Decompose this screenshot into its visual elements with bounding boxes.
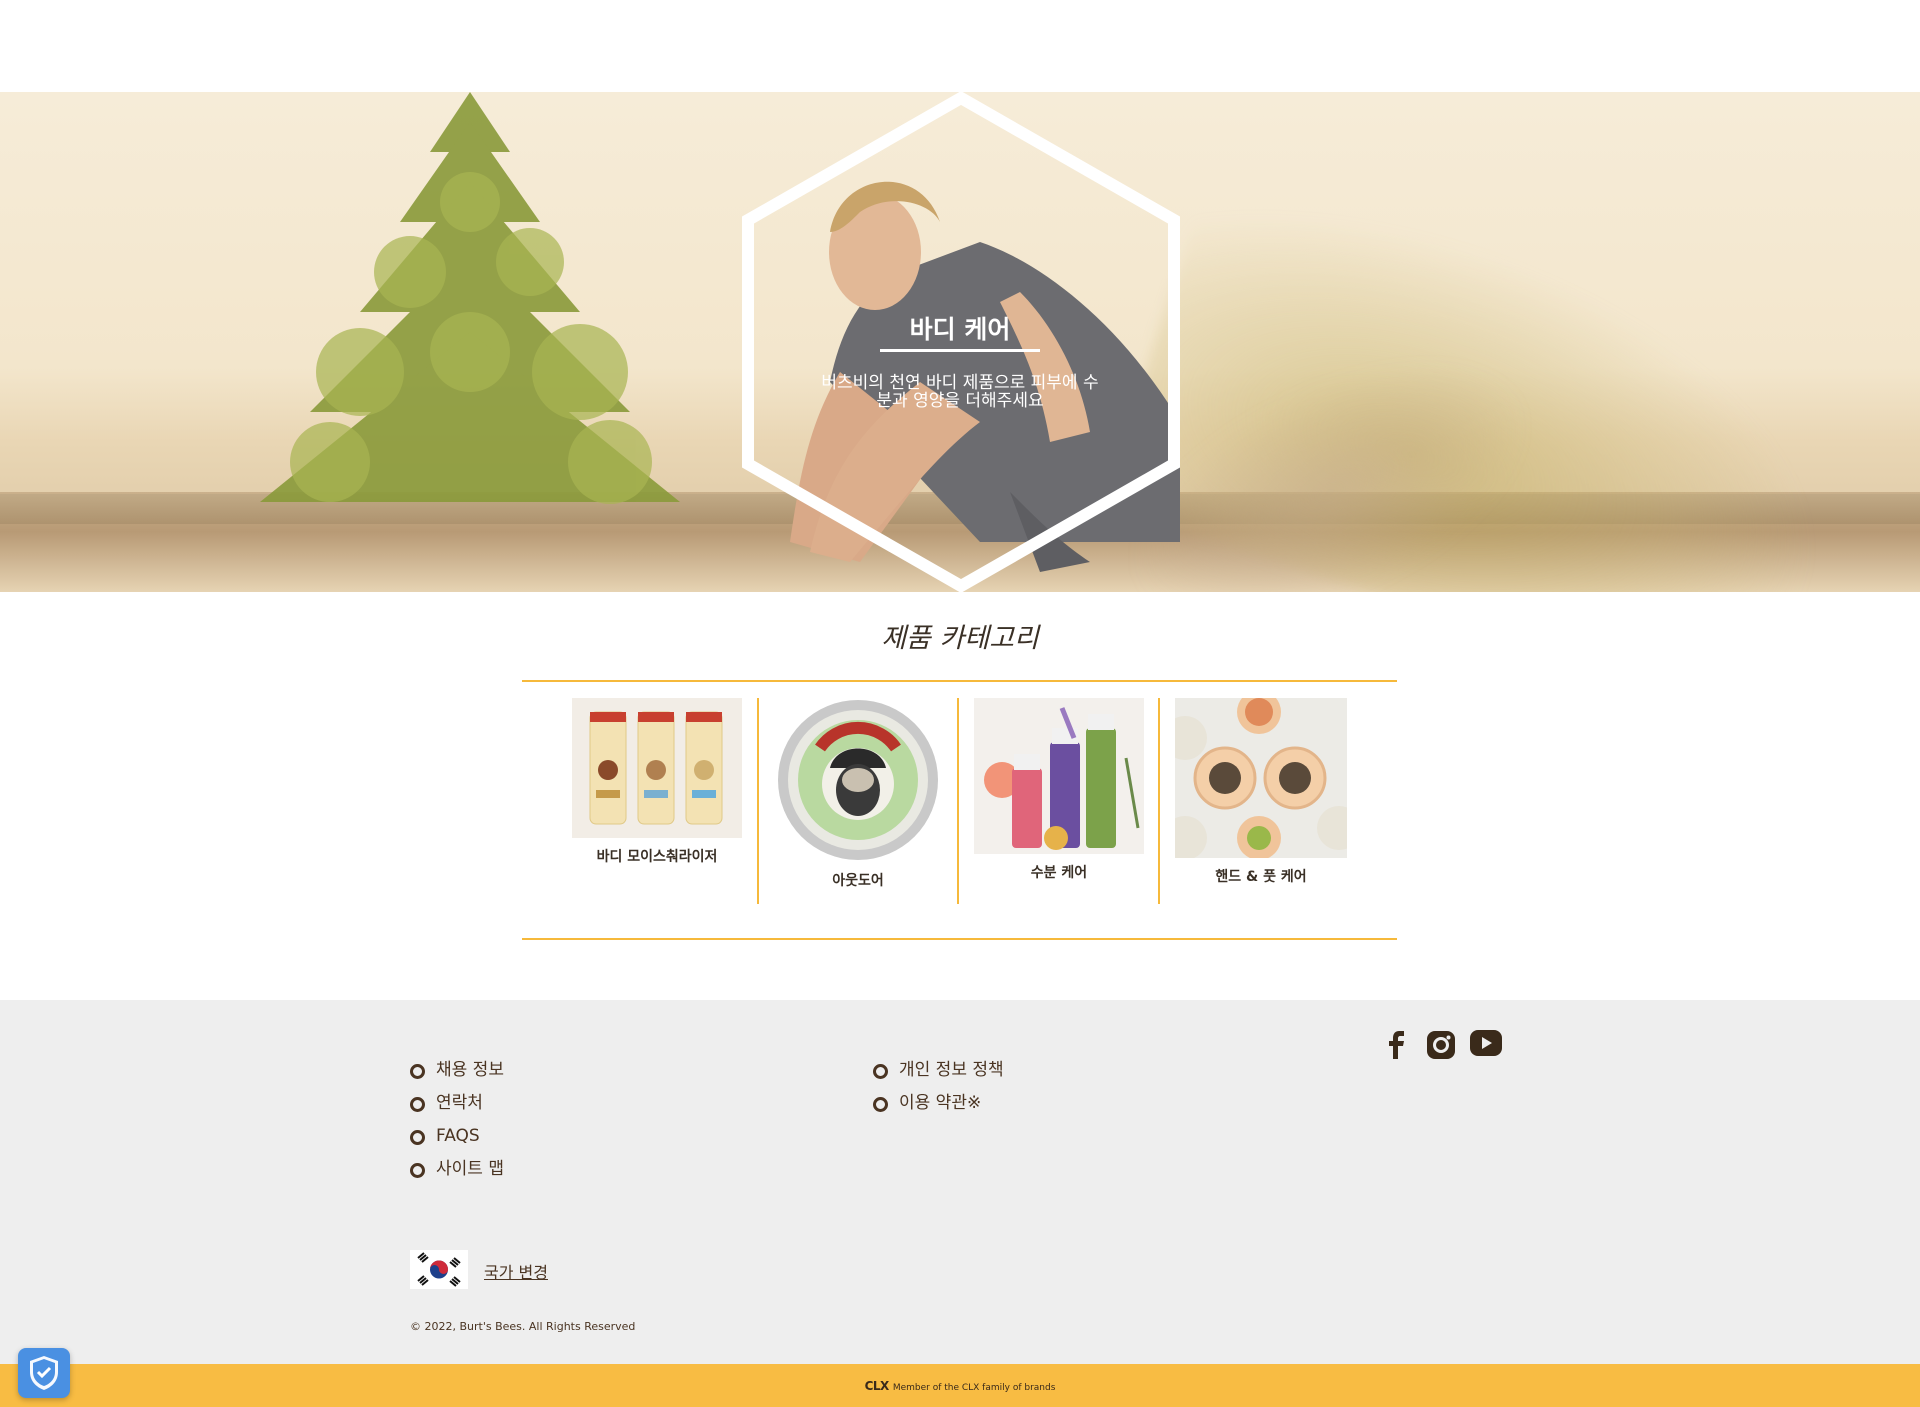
hero-underline <box>880 349 1040 352</box>
body-lotion-image <box>572 698 742 838</box>
category-card-moisture-care[interactable]: 수분 케어 <box>969 698 1149 882</box>
hero-title: 바디 케어 <box>909 315 1011 344</box>
category-label: 아웃도어 <box>832 873 884 889</box>
page: 바디 케어 버츠비의 천연 바디 제품으로 피부에 수분과 영양을 더해주세요 … <box>0 0 1920 1407</box>
footer-link-careers[interactable]: 채용 정보 <box>410 1060 504 1093</box>
category-bottom-rule <box>522 938 1397 940</box>
category-card-hand-foot-care[interactable]: 핸드 & 풋 케어 <box>1171 698 1351 886</box>
privacy-shield-icon[interactable] <box>18 1348 70 1398</box>
footer-links-right: 개인 정보 정책 이용 약관※ <box>873 1060 1004 1126</box>
category-label: 수분 케어 <box>1030 865 1088 881</box>
facebook-icon[interactable] <box>1386 1030 1408 1064</box>
instagram-icon[interactable] <box>1426 1030 1456 1064</box>
brand-family-bar: CLX Member of the CLX family of brands <box>0 1364 1920 1407</box>
category-card-body-moisturizer[interactable]: 바디 모이스춰라이저 <box>567 698 747 866</box>
copyright-text: © 2022, Burt's Bees. All Rights Reserved <box>410 1320 636 1333</box>
res-q-ointment-image <box>778 700 938 860</box>
category-label: 바디 모이스춰라이저 <box>596 849 718 865</box>
footer-link-privacy[interactable]: 개인 정보 정책 <box>873 1060 1004 1093</box>
clx-text: Member of the CLX family of brands <box>892 1383 1056 1393</box>
hand-salve-image <box>1175 698 1347 858</box>
footer-link-faqs[interactable]: FAQS <box>410 1126 504 1159</box>
footer-link-contact[interactable]: 연락처 <box>410 1093 504 1126</box>
youtube-icon[interactable] <box>1470 1030 1502 1060</box>
footer-links-left: 채용 정보 연락처 FAQS 사이트 맵 <box>410 1060 504 1192</box>
hero-banner: 바디 케어 버츠비의 천연 바디 제품으로 피부에 수분과 영양을 더해주세요 <box>0 92 1920 592</box>
category-separator <box>757 698 759 904</box>
footer <box>0 1000 1920 1364</box>
clx-logo: CLX <box>864 1379 890 1393</box>
footer-link-sitemap[interactable]: 사이트 맵 <box>410 1159 504 1192</box>
korea-flag-icon[interactable] <box>410 1250 468 1289</box>
hero-description: 버츠비의 천연 바디 제품으로 피부에 수분과 영양을 더해주세요 <box>821 373 1099 411</box>
category-separator <box>957 698 959 904</box>
category-top-rule <box>522 680 1397 682</box>
clx-member-text: CLX Member of the CLX family of brands <box>865 1379 1056 1393</box>
category-separator <box>1158 698 1160 904</box>
category-section-title: 제품 카테고리 <box>881 623 1039 654</box>
footer-link-terms[interactable]: 이용 약관※ <box>873 1093 1004 1126</box>
category-card-outdoor[interactable]: 아웃도어 <box>768 698 948 890</box>
moisture-care-image <box>974 698 1144 854</box>
category-label: 핸드 & 풋 케어 <box>1215 869 1307 885</box>
change-country-link[interactable]: 국가 변경 <box>484 1259 548 1283</box>
